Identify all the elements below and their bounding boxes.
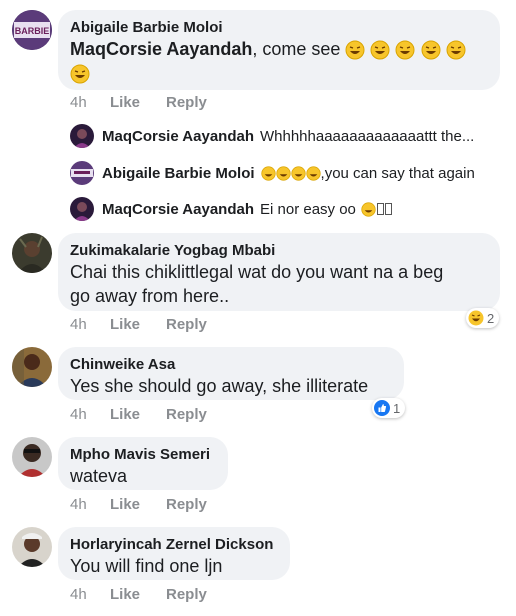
reaction-summary[interactable]: 1 [372, 398, 406, 418]
laughing-emoji-icon [345, 40, 365, 60]
laughing-emoji-icon [70, 64, 90, 84]
comment-author[interactable]: Chinweike Asa [70, 355, 392, 374]
laughing-emoji-icon [370, 40, 390, 60]
laughing-emoji-icon [421, 40, 441, 60]
comment-bubble: Chinweike Asa Yes she should go away, sh… [58, 347, 404, 400]
avatar[interactable] [12, 347, 52, 387]
comment-text: wateva [70, 466, 128, 486]
comment-time[interactable]: 4h [70, 94, 110, 112]
comment-author[interactable]: Horlaryincah Zernel Dickson [70, 535, 278, 554]
like-button[interactable]: Like [110, 406, 166, 424]
comment-actions: 4h Like Reply [70, 496, 207, 514]
reply-button[interactable]: Reply [166, 406, 207, 424]
comment-time[interactable]: 4h [70, 406, 110, 424]
comment-text: MaqCorsie Aayandah, come see [70, 37, 488, 85]
comment-time[interactable]: 4h [70, 496, 110, 514]
comment-author[interactable]: Zukimakalarie Yogbag Mbabi [70, 241, 488, 260]
like-button[interactable]: Like [110, 94, 166, 112]
reply-author[interactable]: MaqCorsie Aayandah [102, 128, 254, 145]
like-button[interactable]: Like [110, 316, 166, 334]
laughing-emoji-icon [446, 40, 466, 60]
unsupported-glyph-icon [384, 203, 392, 215]
reaction-summary[interactable]: 2 [466, 308, 500, 328]
reply-button[interactable]: Reply [166, 94, 207, 112]
avatar[interactable] [12, 437, 52, 477]
avatar[interactable]: BARBIE [12, 10, 52, 50]
haha-reaction-icon [468, 310, 484, 326]
avatar[interactable] [12, 233, 52, 273]
avatar[interactable] [70, 197, 94, 221]
avatar[interactable] [70, 124, 94, 148]
comment-bubble: Zukimakalarie Yogbag Mbabi Chai this chi… [58, 233, 500, 311]
reply-text: Whhhhhaaaaaaaaaaaaattt the... [260, 127, 475, 145]
mention-link[interactable]: MaqCorsie Aayandah [70, 39, 252, 59]
comment-text: go away from here.. [70, 286, 230, 306]
comment-text: Chai this chiklittlegal wat do you want … [70, 262, 444, 282]
reply-author[interactable]: MaqCorsie Aayandah [102, 201, 254, 218]
avatar[interactable] [12, 527, 52, 567]
reply-item[interactable]: MaqCorsie Aayandah Whhhhhaaaaaaaaaaaaatt… [70, 124, 474, 148]
avatar-label: BARBIE [15, 26, 50, 36]
comment-actions: 4h Like Reply [70, 316, 207, 334]
reply-item[interactable]: Abigaile Barbie Moloi ,you can say that … [70, 161, 475, 185]
laughing-emoji-icon [305, 165, 321, 181]
comment-time[interactable]: 4h [70, 316, 110, 334]
comment-time[interactable]: 4h [70, 586, 110, 604]
comment-author[interactable]: Mpho Mavis Semeri [70, 445, 216, 464]
laughing-emoji-icon [260, 165, 276, 181]
like-button[interactable]: Like [110, 586, 166, 604]
comment-actions: 4h Like Reply [70, 94, 207, 112]
like-reaction-icon [374, 400, 390, 416]
comment-bubble: Horlaryincah Zernel Dickson You will fin… [58, 527, 290, 580]
comment-bubble: Mpho Mavis Semeri wateva [58, 437, 228, 490]
laughing-emoji-icon [361, 201, 376, 217]
laughing-emoji-icon [290, 165, 306, 181]
reply-author[interactable]: Abigaile Barbie Moloi [102, 165, 255, 182]
comment-actions: 4h Like Reply [70, 586, 207, 604]
laughing-emoji-icon [395, 40, 415, 60]
reaction-count: 1 [393, 400, 401, 416]
laughing-emoji-icon [275, 165, 291, 181]
comment-actions: 4h Like Reply [70, 406, 207, 424]
reply-button[interactable]: Reply [166, 586, 207, 604]
reply-button[interactable]: Reply [166, 496, 207, 514]
reaction-count: 2 [487, 310, 495, 326]
reply-text: Ei nor easy oo [260, 200, 356, 218]
comment-text-body: , come see [252, 39, 341, 59]
reply-button[interactable]: Reply [166, 316, 207, 334]
comment-text: You will find one ljn [70, 556, 223, 576]
reply-item[interactable]: MaqCorsie Aayandah Ei nor easy oo [70, 197, 392, 221]
comment-text: Yes she should go away, she illiterate [70, 376, 369, 396]
reply-text: ,you can say that again [320, 164, 475, 182]
comment-bubble: Abigaile Barbie Moloi MaqCorsie Aayandah… [58, 10, 500, 90]
comment-author[interactable]: Abigaile Barbie Moloi [70, 18, 488, 37]
avatar[interactable] [70, 161, 94, 185]
unsupported-glyph-icon [376, 203, 384, 215]
like-button[interactable]: Like [110, 496, 166, 514]
